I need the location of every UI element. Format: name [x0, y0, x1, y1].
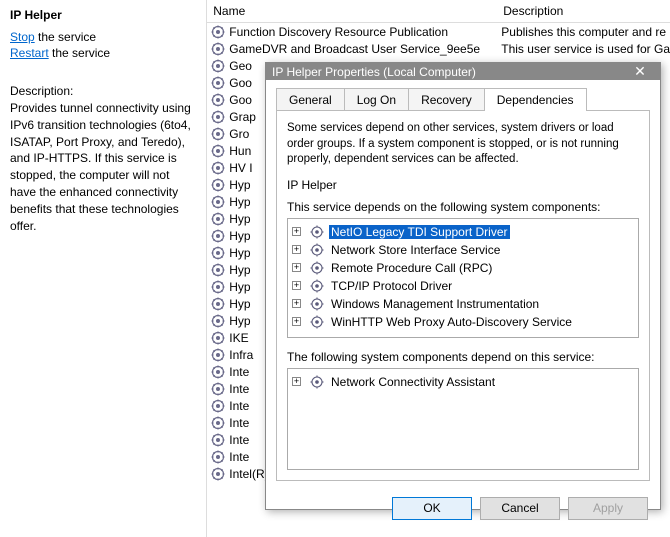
tab-recovery[interactable]: Recovery: [408, 88, 485, 111]
ok-button[interactable]: OK: [392, 497, 472, 520]
tree-label: Network Store Interface Service: [329, 243, 502, 257]
gear-icon: [211, 127, 225, 141]
dialog-titlebar[interactable]: IP Helper Properties (Local Computer) ✕: [266, 63, 660, 80]
gear-icon: [309, 278, 325, 294]
tree-item[interactable]: + Windows Management Instrumentation: [292, 295, 634, 313]
tree-item[interactable]: + NetIO Legacy TDI Support Driver: [292, 223, 634, 241]
tab-body-dependencies: Some services depend on other services, …: [276, 110, 650, 481]
gear-icon: [211, 433, 225, 447]
service-desc: This user service is used for Ga: [495, 42, 670, 56]
tree-item[interactable]: + Remote Procedure Call (RPC): [292, 259, 634, 277]
tree-label: Remote Procedure Call (RPC): [329, 261, 494, 275]
depends-on-label: This service depends on the following sy…: [287, 200, 639, 214]
gear-icon: [211, 348, 225, 362]
service-row[interactable]: Function Discovery Resource PublicationP…: [207, 23, 670, 40]
gear-icon: [211, 280, 225, 294]
close-icon[interactable]: ✕: [626, 63, 654, 80]
tab-dependencies[interactable]: Dependencies: [484, 88, 587, 111]
gear-icon: [211, 331, 225, 345]
gear-icon: [211, 229, 225, 243]
gear-icon: [309, 224, 325, 240]
service-name: Function Discovery Resource Publication: [229, 25, 495, 39]
description-label: Description:: [10, 84, 196, 98]
gear-icon: [211, 314, 225, 328]
gear-icon: [211, 297, 225, 311]
tree-label: NetIO Legacy TDI Support Driver: [329, 225, 510, 239]
gear-icon: [211, 263, 225, 277]
dialog-service-name: IP Helper: [287, 178, 639, 192]
tree-label: WinHTTP Web Proxy Auto-Discovery Service: [329, 315, 574, 329]
dialog-button-row: OK Cancel Apply: [266, 491, 660, 532]
dependent-tree[interactable]: + Network Connectivity Assistant: [287, 368, 639, 470]
stop-link[interactable]: Stop: [10, 30, 35, 44]
tree-expander-icon[interactable]: +: [292, 281, 301, 290]
gear-icon: [211, 416, 225, 430]
tree-item[interactable]: + Network Connectivity Assistant: [292, 373, 634, 391]
apply-button[interactable]: Apply: [568, 497, 648, 520]
gear-icon: [211, 93, 225, 107]
gear-icon: [211, 399, 225, 413]
description-text: Provides tunnel connectivity using IPv6 …: [10, 100, 196, 234]
details-pane: IP Helper Stop the service Restart the s…: [0, 0, 207, 537]
tree-expander-icon[interactable]: +: [292, 227, 301, 236]
gear-icon: [211, 42, 225, 56]
gear-icon: [309, 296, 325, 312]
gear-icon: [211, 25, 225, 39]
gear-icon: [211, 178, 225, 192]
gear-icon: [211, 382, 225, 396]
tree-item[interactable]: + TCP/IP Protocol Driver: [292, 277, 634, 295]
gear-icon: [211, 195, 225, 209]
tree-label: Network Connectivity Assistant: [329, 375, 497, 389]
service-title: IP Helper: [10, 8, 196, 22]
column-name[interactable]: Name: [207, 0, 497, 22]
column-headers: Name Description: [207, 0, 670, 23]
service-desc: Publishes this computer and re: [495, 25, 670, 39]
gear-icon: [309, 242, 325, 258]
gear-icon: [211, 212, 225, 226]
gear-icon: [211, 76, 225, 90]
tree-expander-icon[interactable]: +: [292, 299, 301, 308]
dependent-label: The following system components depend o…: [287, 350, 639, 364]
tree-expander-icon[interactable]: +: [292, 245, 301, 254]
gear-icon: [211, 365, 225, 379]
tree-expander-icon[interactable]: +: [292, 377, 301, 386]
depends-on-tree[interactable]: + NetIO Legacy TDI Support Driver + Network…: [287, 218, 639, 338]
gear-icon: [211, 144, 225, 158]
tree-expander-icon[interactable]: +: [292, 317, 301, 326]
column-description[interactable]: Description: [497, 0, 670, 22]
tree-expander-icon[interactable]: +: [292, 263, 301, 272]
tree-item[interactable]: + Network Store Interface Service: [292, 241, 634, 259]
tree-item[interactable]: + WinHTTP Web Proxy Auto-Discovery Servic…: [292, 313, 634, 331]
gear-icon: [211, 59, 225, 73]
gear-icon: [309, 260, 325, 276]
gear-icon: [309, 374, 325, 390]
tree-label: TCP/IP Protocol Driver: [329, 279, 454, 293]
tab-general[interactable]: General: [276, 88, 345, 111]
gear-icon: [211, 450, 225, 464]
gear-icon: [211, 161, 225, 175]
properties-dialog: IP Helper Properties (Local Computer) ✕ …: [265, 62, 661, 510]
service-name: GameDVR and Broadcast User Service_9ee5e: [229, 42, 495, 56]
cancel-button[interactable]: Cancel: [480, 497, 560, 520]
tab-strip: GeneralLog OnRecoveryDependencies: [266, 80, 660, 111]
gear-icon: [211, 246, 225, 260]
service-row[interactable]: GameDVR and Broadcast User Service_9ee5e…: [207, 40, 670, 57]
tree-label: Windows Management Instrumentation: [329, 297, 541, 311]
restart-link[interactable]: Restart: [10, 46, 49, 60]
gear-icon: [309, 314, 325, 330]
dependencies-intro: Some services depend on other services, …: [287, 121, 639, 168]
gear-icon: [211, 110, 225, 124]
dialog-title: IP Helper Properties (Local Computer): [272, 65, 626, 79]
tab-log-on[interactable]: Log On: [344, 88, 409, 111]
gear-icon: [211, 467, 225, 481]
